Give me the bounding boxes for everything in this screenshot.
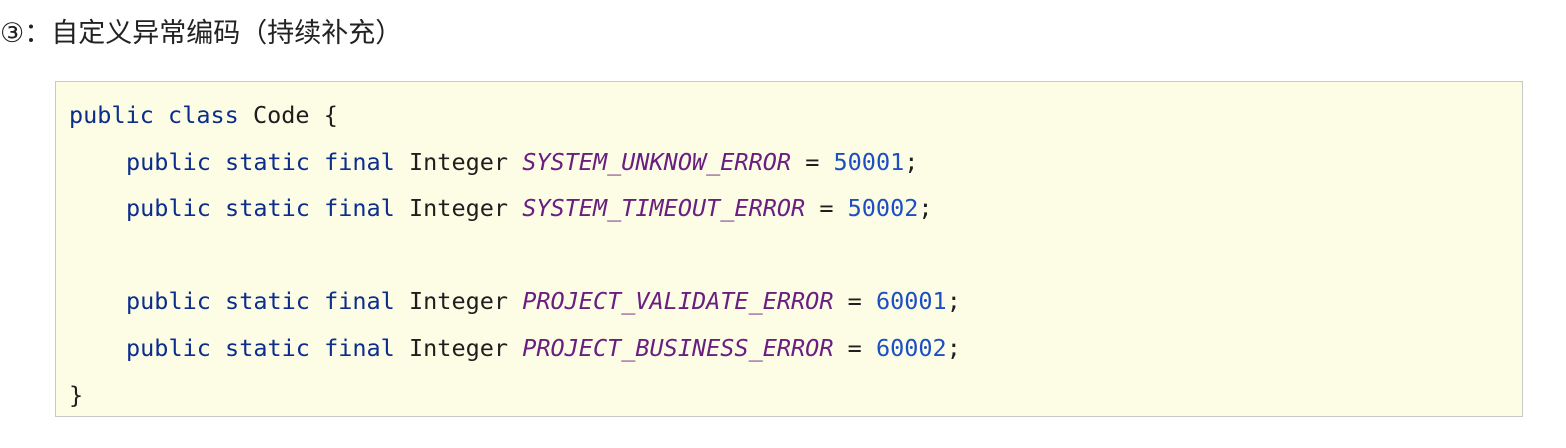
keyword-static: static: [225, 333, 310, 362]
constant-name: SYSTEM_TIMEOUT_ERROR: [522, 194, 806, 223]
keyword-public: public: [126, 287, 211, 316]
constant-value: 50002: [847, 194, 919, 223]
assign-operator: =: [805, 147, 820, 176]
code-line-class-end: }: [69, 372, 1522, 419]
keyword-final: final: [324, 147, 395, 176]
semicolon: ;: [918, 194, 933, 223]
constant-value: 50001: [833, 147, 905, 176]
keyword-class: class: [168, 101, 239, 129]
field-type: Integer: [409, 147, 509, 176]
assign-operator: =: [847, 287, 862, 316]
semicolon: ;: [946, 287, 961, 316]
field-type: Integer: [409, 287, 509, 316]
field-type: Integer: [409, 333, 509, 362]
constant-name: SYSTEM_UNKNOW_ERROR: [522, 147, 792, 176]
constant-value: 60002: [875, 333, 947, 362]
class-name: Code: [252, 101, 310, 129]
code-line-class-declaration: public class Code {: [69, 92, 1522, 139]
constant-name: PROJECT_BUSINESS_ERROR: [522, 333, 834, 362]
brace-open: {: [323, 101, 338, 129]
field-type: Integer: [409, 194, 509, 223]
code-line-field: public static final Integer SYSTEM_TIMEO…: [69, 185, 1522, 232]
code-line-field: public static final Integer PROJECT_BUSI…: [69, 325, 1522, 372]
keyword-final: final: [324, 287, 395, 316]
code-line-field: public static final Integer SYSTEM_UNKNO…: [69, 139, 1522, 186]
brace-close: }: [69, 380, 84, 409]
code-line-field: public static final Integer PROJECT_VALI…: [69, 278, 1522, 325]
assign-operator: =: [819, 194, 834, 223]
keyword-public: public: [126, 333, 211, 362]
code-block: public class Code { public static final …: [55, 81, 1523, 417]
keyword-public: public: [69, 101, 154, 129]
keyword-public: public: [126, 194, 211, 223]
section-heading: ③：自定义异常编码（持续补充）: [0, 18, 403, 49]
constant-value: 60001: [875, 287, 947, 316]
semicolon: ;: [946, 333, 961, 362]
keyword-static: static: [225, 194, 310, 223]
keyword-final: final: [324, 194, 395, 223]
semicolon: ;: [904, 147, 919, 176]
keyword-static: static: [225, 287, 310, 316]
keyword-static: static: [225, 147, 310, 176]
keyword-final: final: [324, 333, 395, 362]
constant-name: PROJECT_VALIDATE_ERROR: [522, 287, 834, 316]
keyword-public: public: [126, 147, 211, 176]
assign-operator: =: [847, 333, 862, 362]
